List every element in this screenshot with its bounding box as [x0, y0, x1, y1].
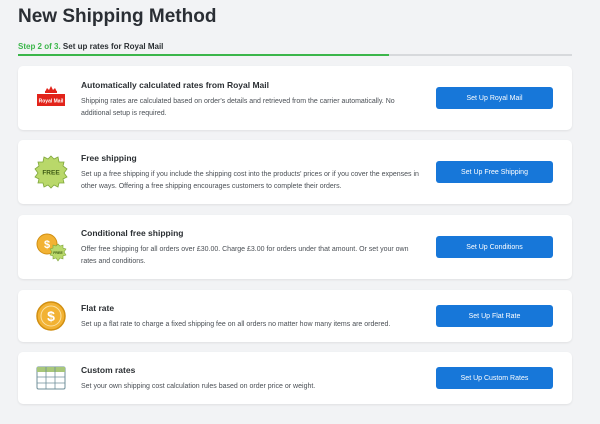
option-card-conditional-free-shipping: $ FREE Conditional free shipping Offer f…	[18, 215, 572, 279]
free-badge-text: FREE	[42, 170, 60, 177]
card-title: Flat rate	[81, 303, 115, 313]
card-text: Free shipping Set up a free shipping if …	[81, 153, 421, 193]
card-text: Conditional free shipping Offer free shi…	[81, 228, 421, 268]
conditional-badge-text: FREE	[53, 251, 63, 255]
dollar-coin-icon: $	[34, 299, 68, 333]
option-card-custom-rates: Custom rates Set your own shipping cost …	[18, 352, 572, 404]
step-indicator: Step 2 of 3. Set up rates for Royal Mail	[18, 42, 163, 51]
card-text: Flat rate Set up a flat rate to charge a…	[81, 303, 421, 331]
page-title: New Shipping Method	[18, 6, 217, 27]
step-number: Step 2 of 3.	[18, 42, 61, 51]
set-up-conditions-button[interactable]: Set Up Conditions	[436, 236, 553, 258]
svg-text:$: $	[44, 239, 50, 251]
set-up-free-shipping-button[interactable]: Set Up Free Shipping	[436, 161, 553, 183]
card-text: Custom rates Set your own shipping cost …	[81, 365, 421, 393]
card-title: Automatically calculated rates from Roya…	[81, 80, 270, 90]
royal-mail-logo-icon: Royal Mail	[34, 81, 68, 115]
free-badge-icon: FREE	[34, 155, 68, 189]
table-grid-icon	[34, 361, 68, 395]
step-text: Set up rates for Royal Mail	[62, 42, 164, 51]
royal-mail-logo-text: Royal Mail	[39, 99, 64, 105]
card-title: Custom rates	[81, 365, 136, 375]
progress-bar-fill	[18, 54, 390, 56]
card-title: Free shipping	[81, 153, 137, 163]
set-up-custom-rates-button[interactable]: Set Up Custom Rates	[436, 367, 553, 389]
card-description: Offer free shipping for all orders over …	[81, 246, 409, 265]
card-description: Shipping rates are calculated based on o…	[81, 98, 395, 117]
set-up-flat-rate-button[interactable]: Set Up Flat Rate	[436, 305, 553, 327]
progress-bar	[18, 54, 572, 56]
card-description: Set up a free shipping if you include th…	[81, 171, 419, 190]
card-description: Set up a flat rate to charge a fixed shi…	[81, 321, 391, 328]
option-card-flat-rate: $ Flat rate Set up a flat rate to charge…	[18, 290, 572, 342]
card-description: Set your own shipping cost calculation r…	[81, 383, 316, 390]
svg-text:$: $	[47, 308, 55, 324]
option-card-royal-mail: Royal Mail Automatically calculated rate…	[18, 66, 572, 130]
card-text: Automatically calculated rates from Roya…	[81, 80, 421, 120]
card-title: Conditional free shipping	[81, 228, 184, 238]
option-card-free-shipping: FREE Free shipping Set up a free shippin…	[18, 140, 572, 204]
set-up-royal-mail-button[interactable]: Set Up Royal Mail	[436, 87, 553, 109]
conditional-coins-icon: $ FREE	[34, 230, 68, 264]
